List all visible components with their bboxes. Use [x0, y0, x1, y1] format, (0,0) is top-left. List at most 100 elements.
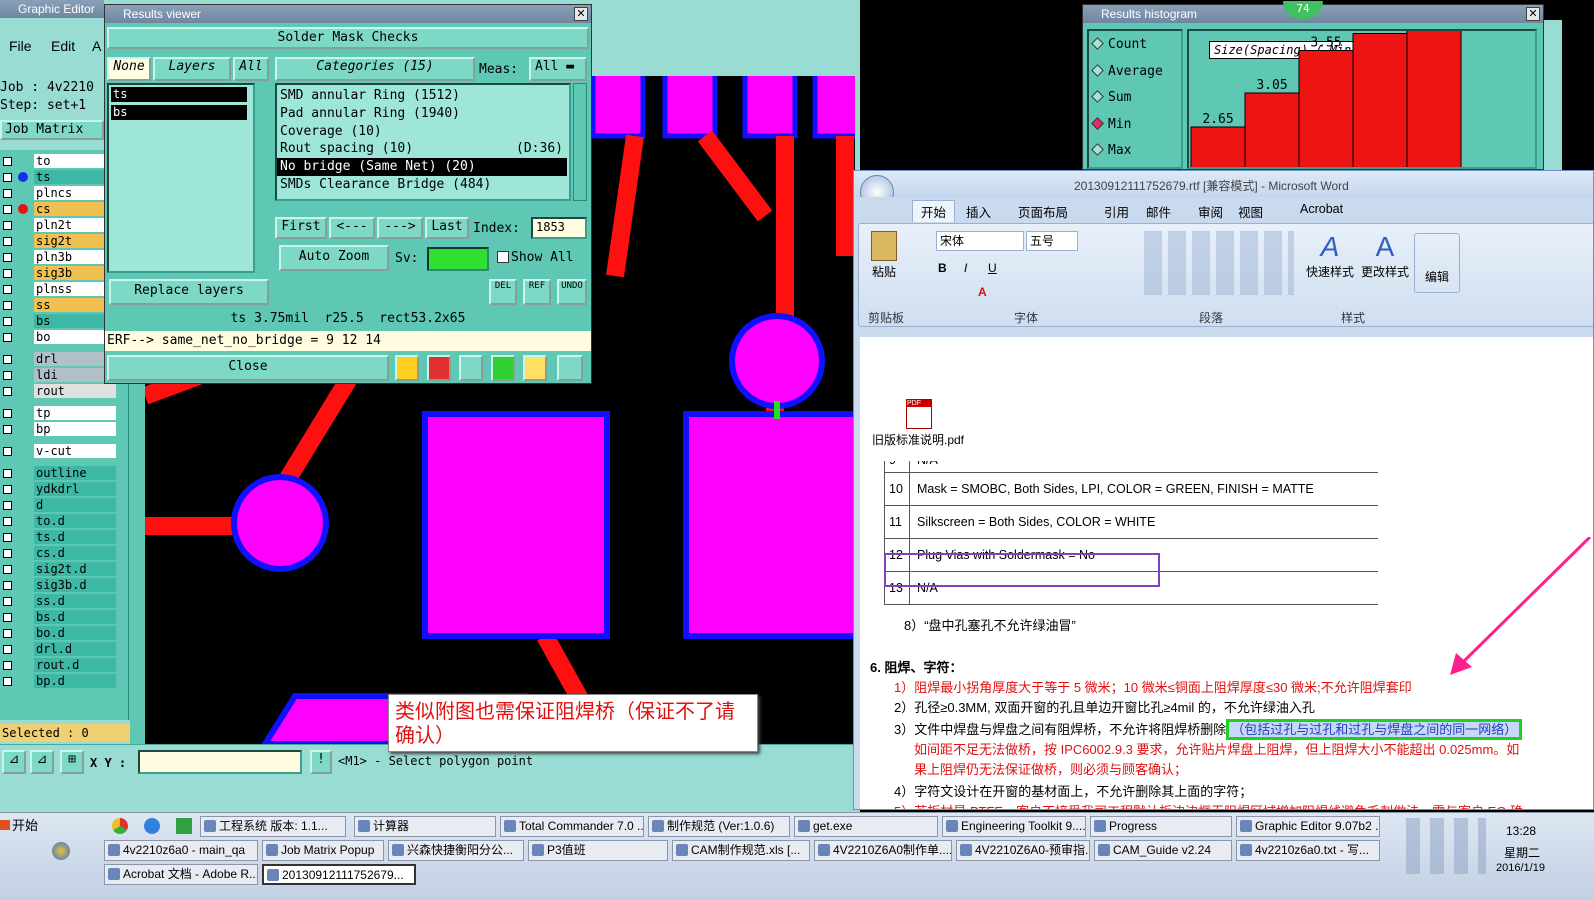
tool-icon-d[interactable] — [491, 355, 515, 381]
close-button[interactable]: Close — [107, 355, 389, 381]
layer-checkbox[interactable] — [3, 517, 12, 526]
layer-row-bo[interactable]: bo — [0, 330, 116, 345]
first-button[interactable]: First — [275, 217, 327, 239]
hist-close-icon[interactable]: ✕ — [1526, 7, 1540, 21]
menu-a[interactable]: A — [92, 38, 101, 54]
hist-option-count[interactable]: Count — [1091, 37, 1147, 52]
layer-row-sig2t[interactable]: sig2t — [0, 234, 116, 249]
layer-checkbox[interactable] — [3, 253, 12, 262]
category-item[interactable]: Rout spacing (10) (D:36) — [277, 140, 567, 158]
font-size-select[interactable]: 五号 — [1026, 231, 1078, 251]
ribbon-tab[interactable]: 审阅 — [1198, 202, 1223, 221]
layer-row-rout.d[interactable]: rout.d — [0, 658, 116, 673]
layer-row-d[interactable]: d — [0, 498, 116, 513]
layer-checkbox[interactable] — [3, 447, 12, 456]
italic-button[interactable]: I — [964, 261, 967, 275]
layer-row-to[interactable]: to — [0, 154, 116, 169]
taskbar-button[interactable]: get.exe — [794, 816, 938, 837]
layer-row-ldi[interactable]: ldi — [0, 368, 116, 383]
last-button[interactable]: Last — [425, 217, 469, 239]
menu-edit[interactable]: Edit — [51, 38, 75, 54]
layer-item-bs[interactable]: bs — [111, 105, 247, 120]
taskbar-button[interactable]: 20130912111752679... — [262, 864, 416, 885]
taskbar-button[interactable]: 4v2210z6a0 - main_qa — [104, 840, 258, 861]
layer-row-drl.d[interactable]: drl.d — [0, 642, 116, 657]
layer-checkbox[interactable] — [3, 469, 12, 478]
layer-row-sig2t.d[interactable]: sig2t.d — [0, 562, 116, 577]
meas-select[interactable]: All ▬ — [529, 57, 587, 81]
tool-icon-c[interactable] — [459, 355, 483, 381]
layer-row-plnss[interactable]: plnss — [0, 282, 116, 297]
layer-item-ts[interactable]: ts — [111, 87, 247, 102]
layer-checkbox[interactable] — [3, 269, 12, 278]
layer-row-plncs[interactable]: plncs — [0, 186, 116, 201]
layer-checkbox[interactable] — [3, 677, 12, 686]
hist-option-min[interactable]: Min — [1091, 117, 1131, 132]
taskbar-button[interactable]: CAM_Guide v2.24 — [1094, 840, 1232, 861]
layer-checkbox[interactable] — [3, 613, 12, 622]
hist-option-max[interactable]: Max — [1091, 143, 1131, 158]
ribbon-tab[interactable]: 引用 — [1104, 202, 1129, 221]
categories-button[interactable]: Categories (15) — [275, 57, 475, 81]
all-button[interactable]: All — [233, 57, 269, 81]
none-button[interactable]: None — [107, 57, 151, 81]
job-matrix-button[interactable]: Job Matrix — [0, 120, 104, 140]
layer-checkbox[interactable] — [3, 409, 12, 418]
layer-row-tp[interactable]: tp — [0, 406, 116, 421]
taskbar-button[interactable]: P3值班 — [528, 840, 668, 861]
status-toggle[interactable]: ! — [310, 750, 332, 774]
taskbar-button[interactable]: CAM制作规范.xls [... — [672, 840, 810, 861]
tool-icon-e[interactable] — [523, 355, 547, 381]
layer-row-ss.d[interactable]: ss.d — [0, 594, 116, 609]
taskbar-button[interactable]: 工程系统 版本: 1.1... — [200, 816, 346, 837]
layer-row-ts.d[interactable]: ts.d — [0, 530, 116, 545]
category-item[interactable]: SMD annular Ring (1512) — [277, 87, 567, 105]
layer-checkbox[interactable] — [3, 485, 12, 494]
ribbon-tab[interactable]: 页面布局 — [1018, 202, 1068, 221]
ie-icon[interactable] — [144, 818, 160, 834]
ribbon-tab[interactable]: 视图 — [1238, 202, 1263, 221]
layer-checkbox[interactable] — [3, 425, 12, 434]
layer-row-ts[interactable]: ts — [0, 170, 116, 185]
start-button[interactable]: 开始 — [0, 816, 44, 838]
layer-checkbox[interactable] — [3, 157, 12, 166]
xy-input[interactable] — [138, 750, 302, 774]
layer-checkbox[interactable] — [3, 629, 12, 638]
layer-checkbox[interactable] — [3, 597, 12, 606]
layer-row-sig3b[interactable]: sig3b — [0, 266, 116, 281]
next-button[interactable]: ---> — [377, 217, 423, 239]
sv-color-select[interactable] — [427, 247, 489, 271]
layer-row-to.d[interactable]: to.d — [0, 514, 116, 529]
layer-row-pln2t[interactable]: pln2t — [0, 218, 116, 233]
layer-row-ss[interactable]: ss — [0, 298, 116, 313]
tool-icon-1[interactable]: ⊿ — [2, 750, 26, 774]
category-item[interactable]: No bridge (Same Net) (20) — [277, 158, 567, 176]
category-item[interactable]: Coverage (10) — [277, 123, 567, 141]
app-icon[interactable] — [176, 818, 192, 834]
categories-scrollbar[interactable] — [573, 83, 587, 201]
layer-row-bo.d[interactable]: bo.d — [0, 626, 116, 641]
hist-option-average[interactable]: Average — [1091, 64, 1163, 79]
rv-close-icon[interactable]: ✕ — [574, 7, 588, 21]
tool-icon-a[interactable] — [395, 355, 419, 381]
layer-checkbox[interactable] — [3, 533, 12, 542]
layer-row-bp.d[interactable]: bp.d — [0, 674, 116, 689]
paste-button[interactable]: 粘贴 — [866, 229, 902, 289]
taskbar-button[interactable]: 兴森快捷衡阳分公... — [388, 840, 524, 861]
layer-checkbox[interactable] — [3, 301, 12, 310]
pdf-attachment-icon[interactable]: PDF — [906, 399, 932, 429]
menu-file[interactable]: File — [9, 38, 32, 54]
taskbar-button[interactable]: Progress — [1090, 816, 1232, 837]
layer-row-sig3b.d[interactable]: sig3b.d — [0, 578, 116, 593]
layer-checkbox[interactable] — [3, 221, 12, 230]
layer-checkbox[interactable] — [3, 661, 12, 670]
layer-checkbox[interactable] — [3, 549, 12, 558]
category-item[interactable]: Pad annular Ring (1940) — [277, 105, 567, 123]
layers-button[interactable]: Layers — [153, 57, 231, 81]
taskbar-button[interactable]: Engineering Toolkit 9.... — [942, 816, 1086, 837]
taskbar-button[interactable]: Total Commander 7.0 ... — [500, 816, 644, 837]
layer-checkbox[interactable] — [3, 189, 12, 198]
layer-row-ydkdrl[interactable]: ydkdrl — [0, 482, 116, 497]
layer-checkbox[interactable] — [3, 565, 12, 574]
prev-button[interactable]: <--- — [329, 217, 375, 239]
